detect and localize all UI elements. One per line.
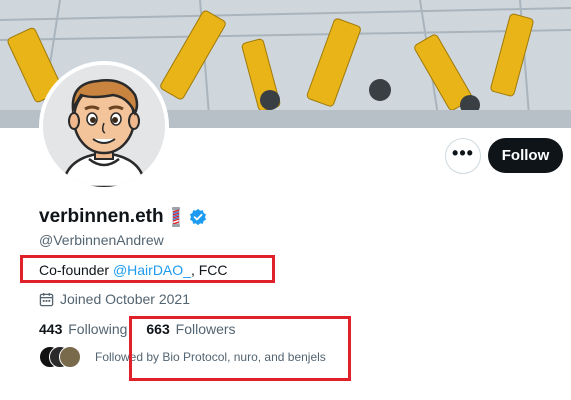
avatar-image bbox=[43, 65, 165, 187]
more-options-button[interactable]: ••• bbox=[445, 138, 481, 174]
more-icon: ••• bbox=[452, 143, 474, 163]
display-name: verbinnen.eth bbox=[39, 206, 164, 227]
joined-date-row: Joined October 2021 bbox=[39, 291, 190, 307]
annotation-box-followers bbox=[129, 316, 351, 381]
follower-avatars bbox=[39, 346, 81, 368]
follow-button[interactable]: Follow bbox=[488, 138, 563, 173]
calendar-icon bbox=[39, 292, 54, 306]
joined-date: Joined October 2021 bbox=[60, 291, 190, 307]
following-count: 443 bbox=[39, 321, 63, 337]
following-link[interactable]: 443 Following bbox=[39, 321, 127, 337]
verified-badge-icon[interactable] bbox=[189, 208, 207, 226]
barber-pole-icon bbox=[171, 207, 180, 227]
user-handle: @VerbinnenAndrew bbox=[39, 232, 164, 248]
following-label: Following bbox=[68, 321, 128, 337]
annotation-box-bio bbox=[20, 255, 275, 283]
display-name-row: verbinnen.eth bbox=[39, 206, 207, 228]
follower-avatar bbox=[59, 346, 81, 368]
avatar[interactable] bbox=[39, 61, 169, 191]
